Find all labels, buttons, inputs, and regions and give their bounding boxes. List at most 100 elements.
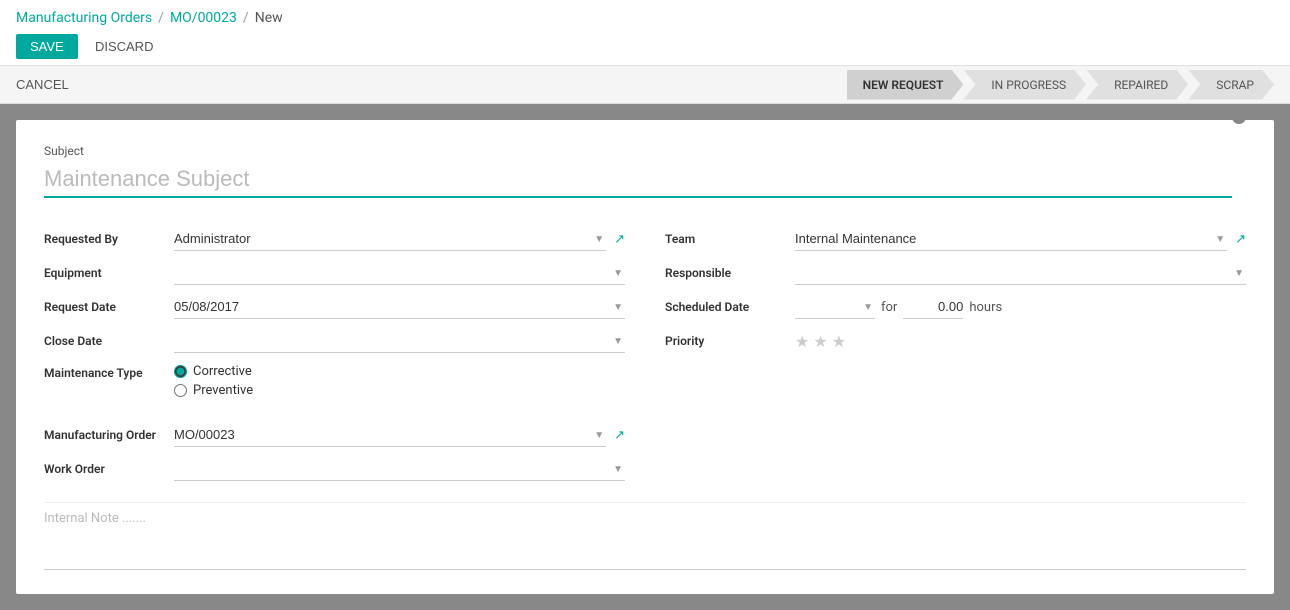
responsible-select[interactable] bbox=[795, 261, 1246, 285]
request-date-field: 05/08/2017 ▼ bbox=[174, 295, 625, 319]
subject-section: Subject bbox=[44, 144, 1246, 222]
equipment-label: Equipment bbox=[44, 266, 174, 280]
request-date-select-wrapper: 05/08/2017 ▼ bbox=[174, 295, 625, 319]
status-steps: NEW REQUEST IN PROGRESS REPAIRED SCRAP bbox=[847, 70, 1274, 100]
scheduled-date-label: Scheduled Date bbox=[665, 300, 795, 314]
radio-preventive[interactable]: Preventive bbox=[174, 383, 253, 398]
team-row: Team Internal Maintenance ▼ ↗ bbox=[665, 222, 1246, 256]
scheduled-date-for-label: for bbox=[881, 300, 897, 315]
responsible-row: Responsible ▼ bbox=[665, 256, 1246, 290]
requested-by-row: Requested By Administrator ▼ ↗ bbox=[44, 222, 625, 256]
hours-input[interactable] bbox=[903, 295, 963, 319]
breadcrumb-link-manufacturing-orders[interactable]: Manufacturing Orders bbox=[16, 10, 152, 26]
maintenance-type-radio-group: Corrective Preventive bbox=[174, 358, 253, 404]
maintenance-type-field: Corrective Preventive bbox=[174, 358, 625, 404]
scheduled-date-select[interactable] bbox=[795, 295, 875, 319]
work-order-select-wrapper: ▼ bbox=[174, 457, 625, 481]
step-scrap[interactable]: SCRAP bbox=[1188, 70, 1274, 100]
radio-preventive-input[interactable] bbox=[174, 384, 187, 397]
requested-by-field: Administrator ▼ ↗ bbox=[174, 227, 625, 251]
internal-note-border bbox=[44, 569, 1246, 570]
step-new-request-label: NEW REQUEST bbox=[847, 70, 964, 100]
work-order-select[interactable] bbox=[174, 457, 625, 481]
request-date-select[interactable]: 05/08/2017 bbox=[174, 295, 625, 319]
breadcrumb-sep1: / bbox=[158, 10, 164, 26]
star-rating: ★ ★ ★ bbox=[795, 332, 846, 351]
manufacturing-order-select[interactable]: MO/00023 bbox=[174, 423, 606, 447]
request-date-label: Request Date bbox=[44, 300, 174, 314]
equipment-select-wrapper: ▼ bbox=[174, 261, 625, 285]
equipment-select[interactable] bbox=[174, 261, 625, 285]
responsible-select-wrapper: ▼ bbox=[795, 261, 1246, 285]
close-date-row: Close Date ▼ bbox=[44, 324, 625, 358]
form-right-section: Team Internal Maintenance ▼ ↗ Responsibl… bbox=[665, 222, 1246, 486]
save-button[interactable]: SAVE bbox=[16, 34, 78, 59]
responsible-field: ▼ bbox=[795, 261, 1246, 285]
top-bar: Manufacturing Orders / MO/00023 / New SA… bbox=[0, 0, 1290, 66]
radio-corrective-label: Corrective bbox=[193, 364, 252, 379]
work-order-label: Work Order bbox=[44, 462, 174, 476]
team-select[interactable]: Internal Maintenance bbox=[795, 227, 1227, 251]
priority-field: ★ ★ ★ bbox=[795, 332, 1246, 351]
star-3[interactable]: ★ bbox=[832, 332, 846, 351]
form-left-section: Requested By Administrator ▼ ↗ Equipment bbox=[44, 222, 625, 486]
equipment-row: Equipment ▼ bbox=[44, 256, 625, 290]
manufacturing-order-row: Manufacturing Order MO/00023 ▼ ↗ bbox=[44, 418, 625, 452]
breadcrumb: Manufacturing Orders / MO/00023 / New bbox=[16, 10, 1274, 26]
radio-corrective[interactable]: Corrective bbox=[174, 364, 253, 379]
close-date-label: Close Date bbox=[44, 334, 174, 348]
step-repaired[interactable]: REPAIRED bbox=[1086, 70, 1188, 100]
toolbar-buttons: SAVE DISCARD bbox=[16, 34, 1274, 59]
radio-corrective-input[interactable] bbox=[174, 365, 187, 378]
status-indicator-dot bbox=[1232, 110, 1246, 124]
star-2[interactable]: ★ bbox=[813, 332, 827, 351]
close-date-select[interactable] bbox=[174, 329, 625, 353]
maintenance-type-row: Maintenance Type Corrective Preventive bbox=[44, 358, 625, 418]
close-date-field: ▼ bbox=[174, 329, 625, 353]
form-grid: Requested By Administrator ▼ ↗ Equipment bbox=[44, 222, 1246, 486]
internal-note-input[interactable] bbox=[44, 511, 1246, 561]
step-in-progress[interactable]: IN PROGRESS bbox=[963, 70, 1086, 100]
hours-label: hours bbox=[969, 300, 1002, 315]
step-scrap-label: SCRAP bbox=[1188, 70, 1274, 100]
main-content: Subject Requested By Administrator bbox=[0, 104, 1290, 610]
work-order-field: ▼ bbox=[174, 457, 625, 481]
radio-preventive-label: Preventive bbox=[193, 383, 253, 398]
work-order-row: Work Order ▼ bbox=[44, 452, 625, 486]
request-date-row: Request Date 05/08/2017 ▼ bbox=[44, 290, 625, 324]
close-date-select-wrapper: ▼ bbox=[174, 329, 625, 353]
step-in-progress-label: IN PROGRESS bbox=[963, 70, 1086, 100]
subject-label: Subject bbox=[44, 144, 1232, 158]
requested-by-external-link-icon[interactable]: ↗ bbox=[614, 232, 625, 247]
manufacturing-order-label: Manufacturing Order bbox=[44, 428, 174, 442]
star-1[interactable]: ★ bbox=[795, 332, 809, 351]
priority-label: Priority bbox=[665, 334, 795, 348]
manufacturing-order-select-wrapper: MO/00023 ▼ bbox=[174, 423, 606, 447]
breadcrumb-sep2: / bbox=[243, 10, 249, 26]
maintenance-type-label: Maintenance Type bbox=[44, 358, 174, 380]
manufacturing-order-external-link-icon[interactable]: ↗ bbox=[614, 428, 625, 443]
status-bar: CANCEL NEW REQUEST IN PROGRESS REPAIRED … bbox=[0, 66, 1290, 104]
team-select-wrapper: Internal Maintenance ▼ bbox=[795, 227, 1227, 251]
requested-by-select[interactable]: Administrator bbox=[174, 227, 606, 251]
form-card: Subject Requested By Administrator bbox=[16, 120, 1274, 594]
breadcrumb-link-mo[interactable]: MO/00023 bbox=[170, 10, 237, 26]
priority-row: Priority ★ ★ ★ bbox=[665, 324, 1246, 358]
breadcrumb-current: New bbox=[255, 10, 283, 26]
team-label: Team bbox=[665, 232, 795, 246]
scheduled-date-field: ▼ for hours bbox=[795, 295, 1246, 319]
scheduled-date-row: Scheduled Date ▼ for hours bbox=[665, 290, 1246, 324]
manufacturing-order-field: MO/00023 ▼ ↗ bbox=[174, 423, 625, 447]
subject-input[interactable] bbox=[44, 162, 1232, 198]
cancel-button[interactable]: CANCEL bbox=[16, 77, 69, 92]
requested-by-label: Requested By bbox=[44, 232, 174, 246]
step-repaired-label: REPAIRED bbox=[1086, 70, 1188, 100]
team-field: Internal Maintenance ▼ ↗ bbox=[795, 227, 1246, 251]
team-external-link-icon[interactable]: ↗ bbox=[1235, 232, 1246, 247]
requested-by-select-wrapper: Administrator ▼ bbox=[174, 227, 606, 251]
step-new-request[interactable]: NEW REQUEST bbox=[847, 70, 964, 100]
equipment-field: ▼ bbox=[174, 261, 625, 285]
internal-note-section bbox=[44, 502, 1246, 570]
discard-button[interactable]: DISCARD bbox=[87, 34, 162, 59]
responsible-label: Responsible bbox=[665, 266, 795, 280]
